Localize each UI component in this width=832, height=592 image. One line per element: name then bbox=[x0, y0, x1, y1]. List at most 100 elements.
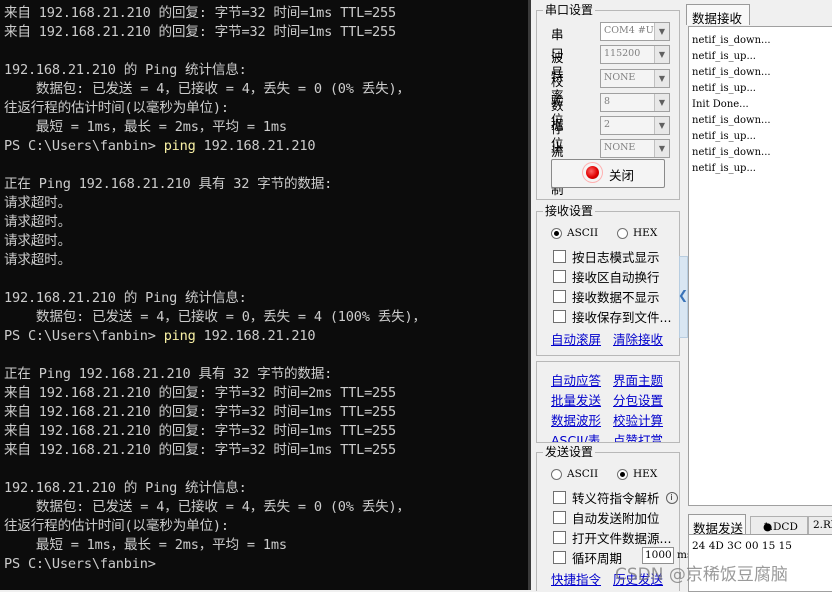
collapse-left-icon[interactable]: ❮ bbox=[678, 288, 688, 302]
info-icon[interactable]: i bbox=[665, 491, 678, 504]
terminal-line-text: 来自 192.168.21.210 的回复: 字节=32 时间=1ms TTL=… bbox=[4, 5, 397, 21]
powershell-terminal[interactable]: 来自 192.168.21.210 的回复: 字节=32 时间=1ms TTL=… bbox=[0, 0, 528, 590]
terminal-line-text: 192.168.21.210 的 Ping 统计信息: bbox=[4, 62, 247, 78]
donate-link[interactable]: 点赞打赏 bbox=[613, 430, 663, 442]
terminal-line: 数据包: 已发送 = 4，已接收 = 4，丢失 = 0 (0% 丢失)， bbox=[4, 80, 528, 99]
tab-dcd[interactable]: 1.DCD ● bbox=[750, 516, 808, 535]
terminal-line-text: 数据包: 已发送 = 4，已接收 = 0，丢失 = 4 (100% 丢失)， bbox=[4, 309, 426, 325]
recv-hex-label: HEX bbox=[633, 227, 658, 239]
checksum-link[interactable]: 校验计算 bbox=[613, 410, 663, 429]
flow-select[interactable]: NONE ▼ bbox=[600, 139, 670, 158]
hide-data-label: 接收数据不显示 bbox=[572, 290, 660, 305]
databits-value: 8 bbox=[604, 96, 611, 107]
port-select[interactable]: COM4 #USI▼ bbox=[600, 22, 670, 41]
checkbox-icon bbox=[553, 250, 566, 263]
tab-data-send[interactable]: 数据发送 bbox=[688, 514, 746, 536]
function-links-group: 自动应答 界面主题 批量发送 分包设置 数据波形 校验计算 ASCII/表 点赞… bbox=[536, 361, 680, 443]
recv-ascii-radio[interactable]: ASCII bbox=[551, 227, 598, 239]
terminal-line: PS C:\Users\fanbin> ping 192.168.21.210 bbox=[4, 327, 528, 346]
auto-append-checkbox[interactable]: 自动发送附加位 bbox=[553, 508, 660, 527]
receive-line: netif_is_up... bbox=[692, 51, 756, 62]
serial-settings-title: 串口设置 bbox=[543, 3, 596, 17]
hide-data-checkbox[interactable]: 接收数据不显示 bbox=[553, 287, 660, 306]
checkbox-icon bbox=[553, 491, 566, 504]
terminal-line: 最短 = 1ms，最长 = 2ms，平均 = 1ms bbox=[4, 118, 528, 137]
terminal-line-text: 最短 = 1ms，最长 = 2ms，平均 = 1ms bbox=[4, 537, 287, 553]
receive-line: netif_is_down... bbox=[692, 115, 771, 126]
radio-icon bbox=[551, 468, 562, 480]
baud-select[interactable]: 115200 ▼ bbox=[600, 45, 670, 64]
terminal-line-text: 来自 192.168.21.210 的回复: 字节=32 时间=2ms TTL=… bbox=[4, 385, 397, 401]
terminal-line: 请求超时。 bbox=[4, 194, 528, 213]
terminal-line: 来自 192.168.21.210 的回复: 字节=32 时间=1ms TTL=… bbox=[4, 422, 528, 441]
recv-ascii-label: ASCII bbox=[567, 227, 599, 239]
send-settings-title: 发送设置 bbox=[543, 445, 596, 459]
send-ascii-label: ASCII bbox=[567, 468, 599, 480]
close-port-button[interactable]: 关闭 bbox=[551, 159, 665, 188]
terminal-line: 往返行程的估计时间(以毫秒为单位): bbox=[4, 517, 528, 536]
terminal-line-text: 来自 192.168.21.210 的回复: 字节=32 时间=1ms TTL=… bbox=[4, 404, 397, 420]
terminal-line: 192.168.21.210 的 Ping 统计信息: bbox=[4, 61, 528, 80]
terminal-line-text: 请求超时。 bbox=[4, 214, 71, 230]
radio-icon bbox=[617, 227, 628, 239]
stopbits-select[interactable]: 2 ▼ bbox=[600, 116, 670, 135]
baud-value: 115200 bbox=[604, 48, 641, 59]
file-source-checkbox[interactable]: 打开文件数据源... bbox=[553, 528, 671, 547]
red-status-light-icon bbox=[586, 166, 599, 179]
auto-scroll-link[interactable]: 自动滚屏 bbox=[551, 329, 601, 348]
auto-reply-link[interactable]: 自动应答 bbox=[551, 370, 601, 389]
terminal-line: 来自 192.168.21.210 的回复: 字节=32 时间=1ms TTL=… bbox=[4, 23, 528, 42]
tab-data-receive[interactable]: 数据接收 bbox=[686, 4, 750, 26]
escape-parse-label: 转义符指令解析 bbox=[572, 491, 660, 506]
send-hex-radio[interactable]: HEX bbox=[617, 468, 657, 480]
waveform-link[interactable]: 数据波形 bbox=[551, 410, 601, 429]
serial-settings-group: 串口设置 串口号 COM4 #USI▼ 波特率 115200▼ 校验位 NONE… bbox=[536, 3, 680, 200]
terminal-line: 来自 192.168.21.210 的回复: 字节=32 时间=1ms TTL=… bbox=[4, 441, 528, 460]
terminal-line: 正在 Ping 192.168.21.210 具有 32 字节的数据: bbox=[4, 175, 528, 194]
checkbox-icon bbox=[553, 310, 566, 323]
theme-link[interactable]: 界面主题 bbox=[613, 370, 663, 389]
chevron-down-icon: ▼ bbox=[654, 46, 669, 63]
terminal-line: 最短 = 1ms，最长 = 2ms，平均 = 1ms bbox=[4, 536, 528, 555]
terminal-line-text: 往返行程的估计时间(以毫秒为单位): bbox=[4, 518, 229, 534]
terminal-line: 请求超时。 bbox=[4, 232, 528, 251]
checkbox-icon bbox=[553, 290, 566, 303]
auto-wrap-checkbox[interactable]: 接收区自动换行 bbox=[553, 267, 660, 286]
packet-settings-link[interactable]: 分包设置 bbox=[613, 390, 663, 409]
terminal-output: 来自 192.168.21.210 的回复: 字节=32 时间=1ms TTL=… bbox=[4, 4, 528, 574]
terminal-line-text: 数据包: 已发送 = 4，已接收 = 4，丢失 = 0 (0% 丢失)， bbox=[4, 499, 410, 515]
terminal-line-text: 请求超时。 bbox=[4, 195, 71, 211]
rx-tab-label: 2.RX bbox=[813, 519, 832, 531]
ascii-table-link[interactable]: ASCII/表 bbox=[551, 430, 600, 442]
terminal-line-text: 正在 Ping 192.168.21.210 具有 32 字节的数据: bbox=[4, 366, 333, 382]
parity-select[interactable]: NONE ▼ bbox=[600, 69, 670, 88]
chevron-down-icon: ▼ bbox=[654, 140, 669, 157]
loop-period-checkbox[interactable]: 循环周期 1000 ms bbox=[553, 547, 692, 567]
clear-receive-link[interactable]: 清除接收 bbox=[613, 329, 663, 348]
tab-rx[interactable]: 2.RX bbox=[808, 516, 832, 535]
terminal-line: 正在 Ping 192.168.21.210 具有 32 字节的数据: bbox=[4, 365, 528, 384]
terminal-command: ping bbox=[163, 138, 196, 154]
terminal-line: 往返行程的估计时间(以毫秒为单位): bbox=[4, 99, 528, 118]
receive-textarea[interactable]: netif_is_down... netif_is_up... netif_is_d… bbox=[688, 26, 832, 506]
log-mode-checkbox[interactable]: 按日志模式显示 bbox=[553, 247, 660, 266]
save-to-file-checkbox[interactable]: 接收保存到文件... bbox=[553, 307, 671, 326]
auto-append-label: 自动发送附加位 bbox=[572, 511, 660, 526]
escape-parse-checkbox[interactable]: 转义符指令解析 i bbox=[553, 488, 678, 507]
quick-command-link[interactable]: 快捷指令 bbox=[551, 569, 601, 588]
terminal-line-text: 请求超时。 bbox=[4, 252, 71, 268]
send-ascii-radio[interactable]: ASCII bbox=[551, 468, 598, 480]
receive-line: Init Done... bbox=[692, 99, 749, 110]
batch-send-link[interactable]: 批量发送 bbox=[551, 390, 601, 409]
terminal-command-arg: 192.168.21.210 bbox=[195, 328, 316, 344]
terminal-line: 数据包: 已发送 = 4，已接收 = 4，丢失 = 0 (0% 丢失)， bbox=[4, 498, 528, 517]
recv-hex-radio[interactable]: HEX bbox=[617, 227, 657, 239]
terminal-command: ping bbox=[163, 328, 196, 344]
databits-select[interactable]: 8 ▼ bbox=[600, 93, 670, 112]
terminal-line-text: 来自 192.168.21.210 的回复: 字节=32 时间=1ms TTL=… bbox=[4, 24, 397, 40]
watermark: CSDN @京稀饭豆腐脑 bbox=[615, 565, 788, 585]
receive-settings-group: 接收设置 ASCII HEX 按日志模式显示 接收区自动换行 接收数据不显示 接… bbox=[536, 204, 680, 356]
terminal-line-text: PS C:\Users\fanbin> bbox=[4, 138, 164, 154]
